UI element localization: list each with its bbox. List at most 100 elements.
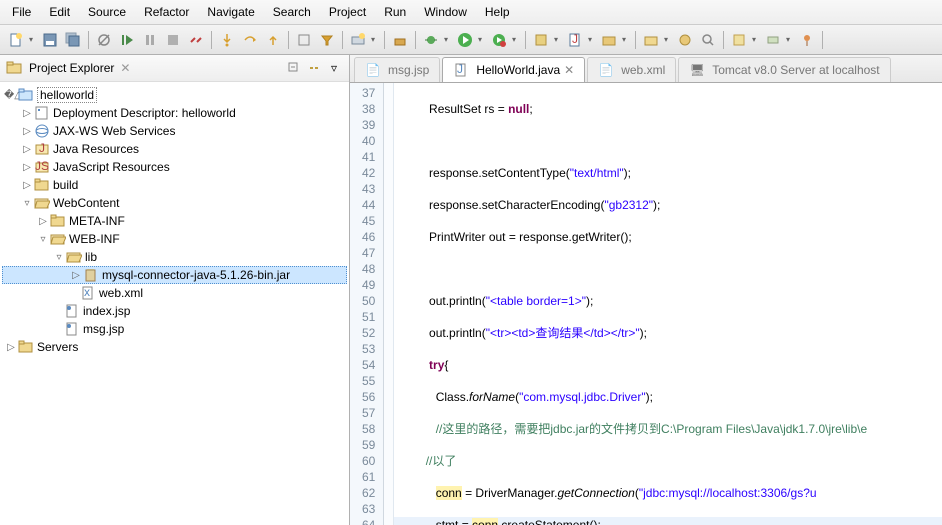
tree-label[interactable]: index.jsp <box>83 304 130 318</box>
resume-icon[interactable] <box>117 30 137 50</box>
jsp-file-icon <box>64 303 80 319</box>
view-menu-icon[interactable]: ▿ <box>325 59 343 77</box>
tree-label[interactable]: JAX-WS Web Services <box>53 124 175 138</box>
project-explorer-view: Project Explorer ✕ ▿ �△ helloworld ▷ Deplo… <box>0 55 350 525</box>
menu-window[interactable]: Window <box>416 2 475 22</box>
tree-label[interactable]: build <box>53 178 78 192</box>
dropdown-icon[interactable]: ▾ <box>371 35 379 44</box>
toggle-icon[interactable] <box>763 30 783 50</box>
run-last-icon[interactable] <box>489 30 509 50</box>
code-content[interactable]: ResultSet rs = null; response.setContent… <box>394 83 942 525</box>
tree-label[interactable]: mysql-connector-java-5.1.26-bin.jar <box>102 268 290 282</box>
dropdown-icon[interactable]: ▾ <box>664 35 672 44</box>
menu-run[interactable]: Run <box>376 2 414 22</box>
new-java-icon[interactable]: J <box>565 30 585 50</box>
menu-search[interactable]: Search <box>265 2 319 22</box>
collapse-icon[interactable]: ▷ <box>4 342 18 353</box>
collapse-all-icon[interactable] <box>285 59 303 77</box>
jsp-file-icon: 📄 <box>365 62 381 78</box>
close-view-icon[interactable]: ✕ <box>120 61 130 75</box>
step-into-icon[interactable] <box>217 30 237 50</box>
search-icon[interactable] <box>698 30 718 50</box>
tree-label[interactable]: msg.jsp <box>83 322 124 336</box>
dropdown-icon[interactable]: ▾ <box>478 35 486 44</box>
menu-file[interactable]: File <box>4 2 39 22</box>
tree-label[interactable]: helloworld <box>37 87 97 103</box>
tree-label[interactable]: Java Resources <box>53 142 139 156</box>
dropdown-icon[interactable]: ▾ <box>29 35 37 44</box>
menu-project[interactable]: Project <box>321 2 374 22</box>
step-filters-icon[interactable] <box>317 30 337 50</box>
collapse-icon[interactable]: ▷ <box>69 270 83 281</box>
line-numbers: 3738394041424344454647484950515253545556… <box>350 83 384 525</box>
menu-source[interactable]: Source <box>80 2 134 22</box>
dropdown-icon[interactable]: ▾ <box>786 35 794 44</box>
dropdown-icon[interactable]: ▾ <box>444 35 452 44</box>
menu-help[interactable]: Help <box>477 2 518 22</box>
new-icon[interactable] <box>6 30 26 50</box>
external-tools-icon[interactable] <box>531 30 551 50</box>
link-editor-icon[interactable] <box>305 59 323 77</box>
menu-bar: File Edit Source Refactor Navigate Searc… <box>0 0 942 25</box>
pin-icon[interactable] <box>797 30 817 50</box>
save-icon[interactable] <box>40 30 60 50</box>
save-all-icon[interactable] <box>63 30 83 50</box>
run-icon[interactable] <box>455 30 475 50</box>
view-title: Project Explorer <box>29 61 114 75</box>
build-icon[interactable] <box>390 30 410 50</box>
dropdown-icon[interactable]: ▾ <box>752 35 760 44</box>
step-over-icon[interactable] <box>240 30 260 50</box>
folder-icon <box>34 177 50 193</box>
dropdown-icon[interactable]: ▾ <box>622 35 630 44</box>
collapse-icon[interactable]: ▷ <box>20 108 34 119</box>
expand-icon[interactable]: ▿ <box>36 234 50 245</box>
skip-breakpoints-icon[interactable] <box>94 30 114 50</box>
project-tree[interactable]: �△ helloworld ▷ Deployment Descriptor: hel… <box>0 82 349 525</box>
close-icon[interactable]: ✕ <box>564 63 574 77</box>
dropdown-icon[interactable]: ▾ <box>554 35 562 44</box>
menu-refactor[interactable]: Refactor <box>136 2 197 22</box>
debug-icon[interactable] <box>421 30 441 50</box>
tree-label[interactable]: META-INF <box>69 214 125 228</box>
code-editor[interactable]: 3738394041424344454647484950515253545556… <box>350 83 942 525</box>
dropdown-icon[interactable]: ▾ <box>588 35 596 44</box>
dropdown-icon[interactable]: ▾ <box>512 35 520 44</box>
tab-msg-jsp[interactable]: 📄msg.jsp <box>354 57 440 82</box>
disconnect-icon[interactable] <box>186 30 206 50</box>
folder-open-icon <box>50 231 66 247</box>
toolbar: ▾ ▾ ▾ ▾ ▾ ▾ J ▾ ▾ ▾ ▾ ▾ <box>0 25 942 55</box>
collapse-icon[interactable]: ▷ <box>36 216 50 227</box>
webservice-icon <box>34 123 50 139</box>
new-package-icon[interactable] <box>599 30 619 50</box>
java-file-icon: J <box>453 62 469 78</box>
open-type-icon[interactable] <box>641 30 661 50</box>
expand-icon[interactable]: �△ <box>4 90 18 101</box>
menu-edit[interactable]: Edit <box>41 2 78 22</box>
annotation-icon[interactable] <box>729 30 749 50</box>
tab-helloworld-java[interactable]: JHelloWorld.java✕ <box>442 57 585 82</box>
collapse-icon[interactable]: ▷ <box>20 162 34 173</box>
collapse-icon[interactable]: ▷ <box>20 180 34 191</box>
tab-tomcat-server[interactable]: 🖥Tomcat v8.0 Server at localhost <box>678 57 890 82</box>
drop-frame-icon[interactable] <box>294 30 314 50</box>
expand-icon[interactable]: ▿ <box>52 252 66 263</box>
tree-label[interactable]: Deployment Descriptor: helloworld <box>53 106 236 120</box>
terminate-icon[interactable] <box>163 30 183 50</box>
menu-navigate[interactable]: Navigate <box>199 2 262 22</box>
open-task-icon[interactable] <box>675 30 695 50</box>
step-return-icon[interactable] <box>263 30 283 50</box>
jar-icon <box>83 267 99 283</box>
tree-label[interactable]: JavaScript Resources <box>53 160 170 174</box>
folder-open-icon <box>34 195 50 211</box>
collapse-icon[interactable]: ▷ <box>20 144 34 155</box>
tree-label[interactable]: web.xml <box>99 286 143 300</box>
tree-label[interactable]: Servers <box>37 340 78 354</box>
suspend-icon[interactable] <box>140 30 160 50</box>
tab-web-xml[interactable]: 📄web.xml <box>587 57 676 82</box>
tree-label[interactable]: lib <box>85 250 97 264</box>
collapse-icon[interactable]: ▷ <box>20 126 34 137</box>
expand-icon[interactable]: ▿ <box>20 198 34 209</box>
tree-label[interactable]: WebContent <box>53 196 120 210</box>
new-server-icon[interactable] <box>348 30 368 50</box>
tree-label[interactable]: WEB-INF <box>69 232 120 246</box>
